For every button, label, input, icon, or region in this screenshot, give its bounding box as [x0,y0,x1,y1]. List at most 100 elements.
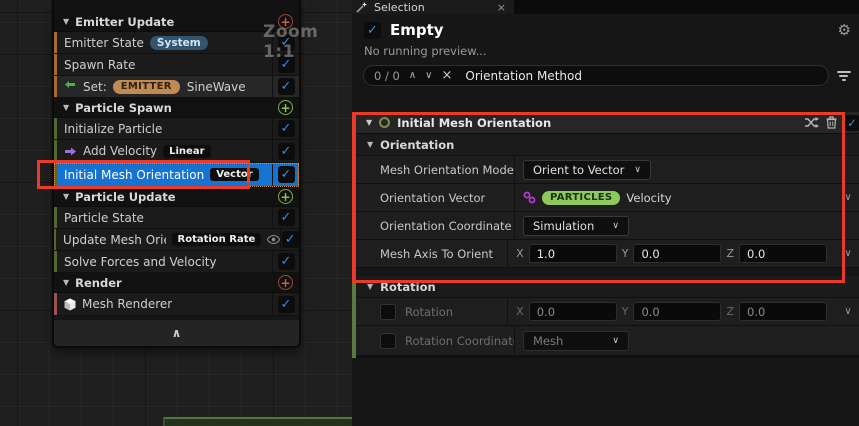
property-label: Rotation Coordinate S [405,334,514,348]
particles-namespace-badge: PARTICLES [542,191,620,205]
close-icon[interactable]: × [497,1,506,14]
search-next-icon[interactable]: ∨ [425,70,432,81]
check-icon: ✓ [278,120,295,137]
property-row-mesh-axis-to-orient: Mesh Axis To Orient X Y Z ∨ [352,240,859,268]
add-module-icon[interactable]: + [278,189,293,204]
module-row-initial-mesh-orientation[interactable]: Initial Mesh Orientation Vector ✓ [54,163,299,187]
collapse-triangle-icon[interactable]: ▼ [63,278,69,287]
module-type-icon [379,117,390,128]
rotation-override-checkbox[interactable] [380,304,396,320]
collapse-triangle-icon[interactable]: ▼ [367,282,373,291]
module-label: Set: [83,80,107,94]
search-prev-icon[interactable]: ∧ [409,70,416,81]
group-rotation[interactable]: ▼ Rotation [352,276,859,298]
trash-icon[interactable] [826,116,837,129]
y-axis-label: Y [622,305,629,318]
emitter-accent-bar [54,32,57,53]
mesh-axis-z-field[interactable] [739,244,827,263]
node-collapse-button[interactable]: ∧ [54,320,299,346]
enabled-checkbox[interactable]: ✓ [272,293,299,315]
property-label: Mesh Axis To Orient [352,240,507,267]
property-row-orientation-vector: Orientation Vector PARTICLES Velocity ∨ [352,184,859,212]
background-node-edge[interactable] [163,417,352,426]
enabled-checkbox[interactable]: ✓ [272,163,299,186]
module-accent-bar [352,112,356,358]
search-clear-icon[interactable]: × [441,68,452,83]
enabled-checkbox[interactable]: ✓ [272,207,299,228]
property-row-rotation: Rotation X Y Z ∨ [352,298,859,326]
collapse-triangle-icon[interactable]: ▼ [63,192,69,201]
tab-selection[interactable]: Selection × [352,0,514,14]
mesh-axis-x-field[interactable] [529,244,617,263]
chevron-down-icon[interactable]: ∨ [837,192,859,203]
gear-icon[interactable]: ⚙ [838,23,851,38]
particle-accent-bar [54,140,57,162]
group-orientation[interactable]: ▼ Orientation [352,134,859,156]
module-row-initialize-particle[interactable]: Initialize Particle ✓ [54,118,299,140]
enabled-checkbox[interactable]: ✓ [272,140,299,162]
module-label: Particle State [64,211,144,225]
z-axis-label: Z [726,247,734,260]
variant-badge: Rotation Rate [172,233,262,246]
section-particle-spawn[interactable]: ▼ Particle Spawn + [54,98,299,118]
shuffle-version-icon[interactable] [804,117,819,128]
section-title: Particle Spawn [75,101,172,115]
emitter-enabled-checkbox[interactable]: ✓ [364,22,381,39]
search-input[interactable]: 0 / 0 ∧ ∨ × Orientation Method [363,65,829,86]
module-row-update-mesh-orientation[interactable]: Update Mesh Orientation Rotation Rate ✓ [54,229,299,251]
chevron-down-icon[interactable]: ∨ [837,306,859,317]
rotation-coordinate-override-checkbox[interactable] [380,333,396,349]
emitter-name: Empty [390,21,444,39]
enabled-checkbox[interactable]: ✓ [272,118,299,139]
collapse-triangle-icon[interactable]: ▼ [63,103,69,112]
enabled-checkbox[interactable]: ✓ [272,76,299,97]
property-row-rotation-coordinate-space: Rotation Coordinate S Mesh ∨ [352,326,859,356]
add-renderer-icon[interactable]: + [278,275,293,290]
rotation-z-field[interactable] [739,302,827,321]
filter-icon[interactable] [836,71,851,81]
y-axis-label: Y [622,247,629,260]
mesh-axis-y-field[interactable] [633,244,721,263]
collapse-triangle-icon[interactable]: ▼ [63,17,69,26]
module-enabled-checkbox[interactable]: ✓ [844,115,859,131]
module-label: Spawn Rate [64,58,135,72]
rotation-y-field[interactable] [633,302,721,321]
selection-panel: Selection × ✓ Empty ⚙ No running preview… [352,0,859,426]
rotation-coordinate-space-dropdown[interactable]: Mesh ∨ [523,331,629,351]
module-label: Solve Forces and Velocity [64,255,217,269]
dropdown-value: Mesh [533,334,563,348]
set-parameter-icon [64,81,77,92]
link-attribute-icon [523,191,536,204]
module-row-set-emitter-sinewave[interactable]: Set: EMITTER SineWave ✓ [54,76,299,98]
enabled-checkbox[interactable]: ✓ [272,251,299,272]
module-row-add-velocity[interactable]: Add Velocity Linear ✓ [54,140,299,163]
variant-badge: Linear [163,145,210,158]
x-axis-label: X [516,305,524,318]
module-row-solve-forces[interactable]: Solve Forces and Velocity ✓ [54,251,299,273]
collapse-triangle-icon[interactable]: ▼ [367,140,373,149]
visibility-eye-icon[interactable] [267,235,280,244]
module-row-mesh-renderer[interactable]: Mesh Renderer ✓ [54,293,299,316]
collapse-triangle-icon[interactable]: ▼ [366,118,372,127]
graph-viewport[interactable]: Zoom 1:1 ▼ Emitter Update + Emitter Stat… [0,0,352,426]
section-title: Particle Update [75,190,175,204]
particle-accent-bar [54,163,57,186]
search-row: 0 / 0 ∧ ∨ × Orientation Method [363,65,851,86]
property-label: Mesh Orientation Mode [352,156,514,183]
section-render[interactable]: ▼ Render + [54,273,299,293]
system-badge: System [150,36,208,50]
chevron-down-icon[interactable]: ∨ [837,248,859,259]
module-header-initial-mesh-orientation[interactable]: ▼ Initial Mesh Orientation ✓ [352,112,859,134]
section-particle-update[interactable]: ▼ Particle Update + [54,187,299,207]
check-icon: ✓ [278,253,295,270]
module-title: Initial Mesh Orientation [397,116,551,130]
enabled-checkbox[interactable]: ✓ [280,229,299,250]
linked-parameter[interactable]: Velocity [626,191,671,205]
module-row-particle-state[interactable]: Particle State ✓ [54,207,299,229]
rotation-x-field[interactable] [529,302,617,321]
zoom-level-indicator: Zoom 1:1 [263,22,352,62]
mesh-orientation-mode-dropdown[interactable]: Orient to Vector ∨ [523,160,651,180]
tab-label: Selection [374,1,425,14]
add-module-icon[interactable]: + [278,100,293,115]
coordinate-space-dropdown[interactable]: Simulation ∨ [523,216,629,236]
